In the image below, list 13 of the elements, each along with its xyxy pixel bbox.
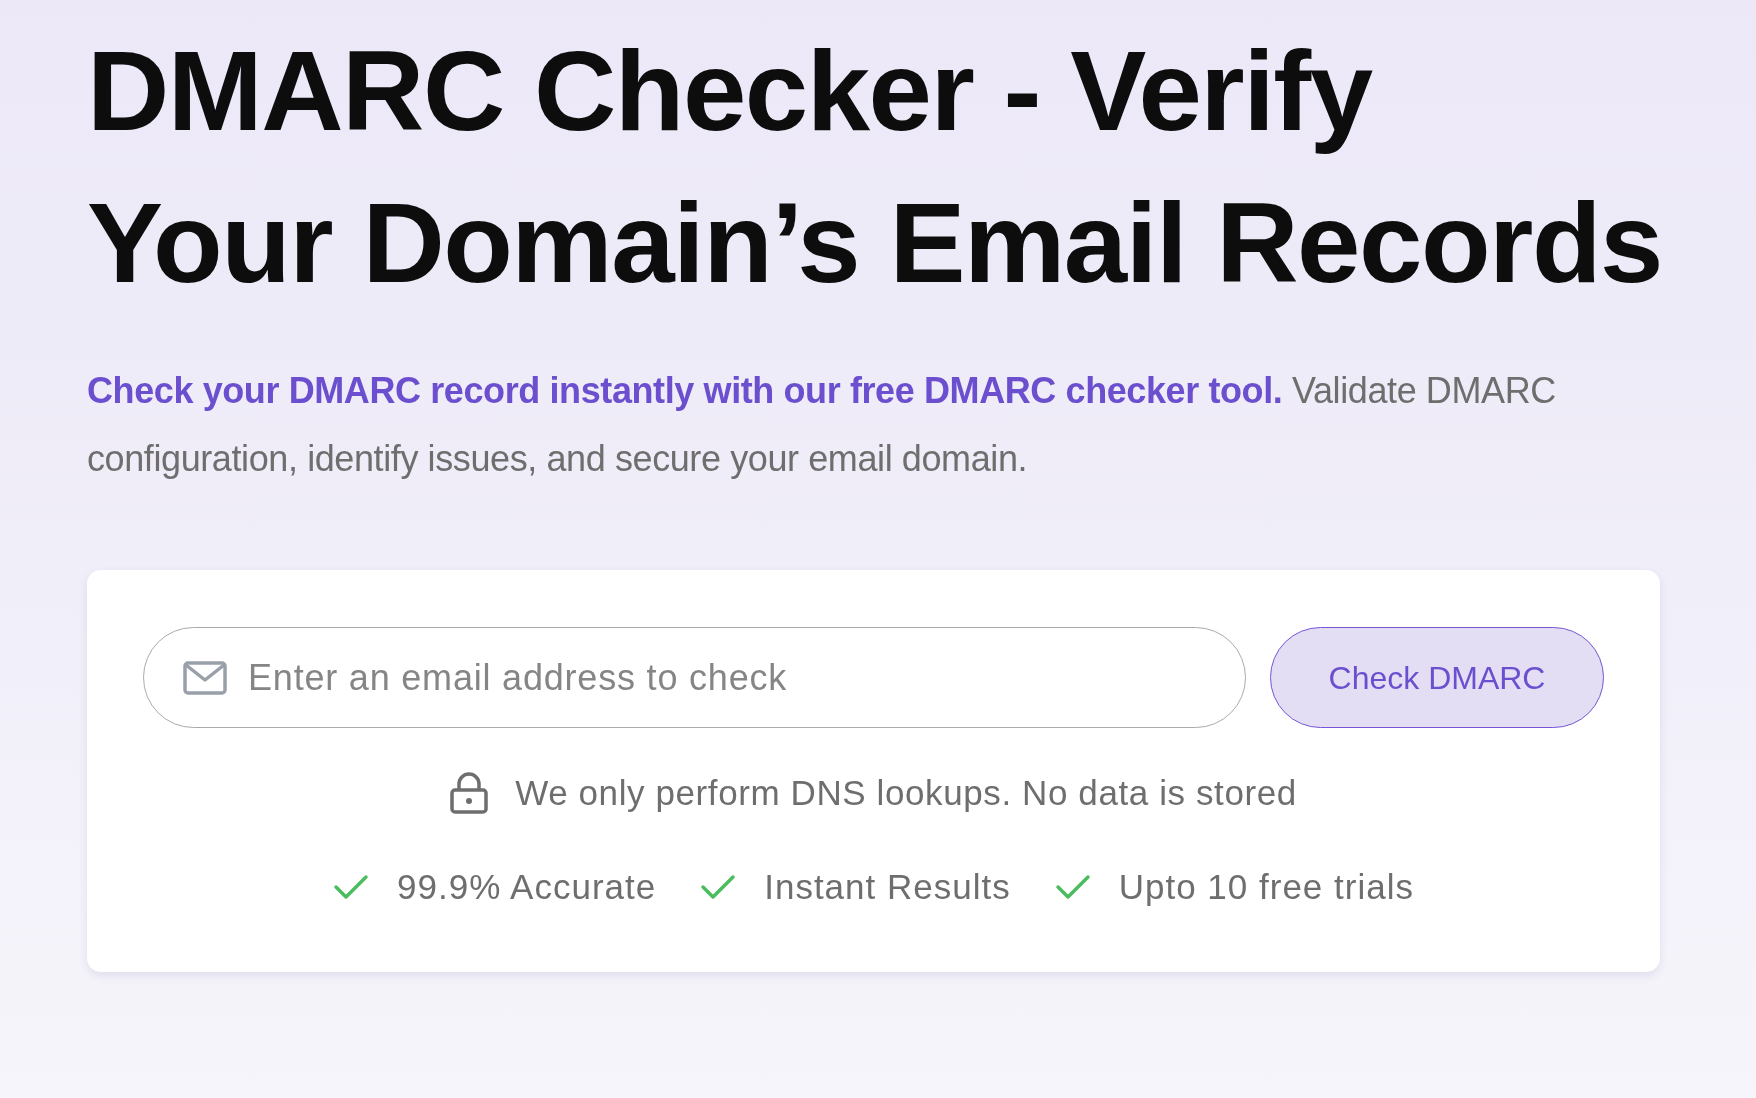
- check-dmarc-button[interactable]: Check DMARC: [1270, 627, 1604, 728]
- page-heading: DMARC Checker - Verify Your Domain’s Email Records: [87, 26, 1663, 308]
- check-icon: [1054, 873, 1091, 901]
- email-input-field[interactable]: Enter an email address to check: [143, 627, 1246, 728]
- lock-icon: [450, 772, 489, 814]
- feature-label: Instant Results: [764, 866, 1011, 908]
- feature-label: 99.9% Accurate: [397, 866, 657, 908]
- privacy-note: We only perform DNS lookups. No data is stored: [515, 772, 1297, 814]
- intro-paragraph: Check your DMARC record instantly with our free DMARC checker tool. Validate DMARC configuration, identify issues, and secure your email domain.: [87, 369, 1557, 481]
- check-icon: [700, 873, 737, 901]
- feature-label: Upto 10 free trials: [1118, 866, 1414, 908]
- check-icon: [333, 873, 370, 901]
- mail-icon: [183, 660, 227, 695]
